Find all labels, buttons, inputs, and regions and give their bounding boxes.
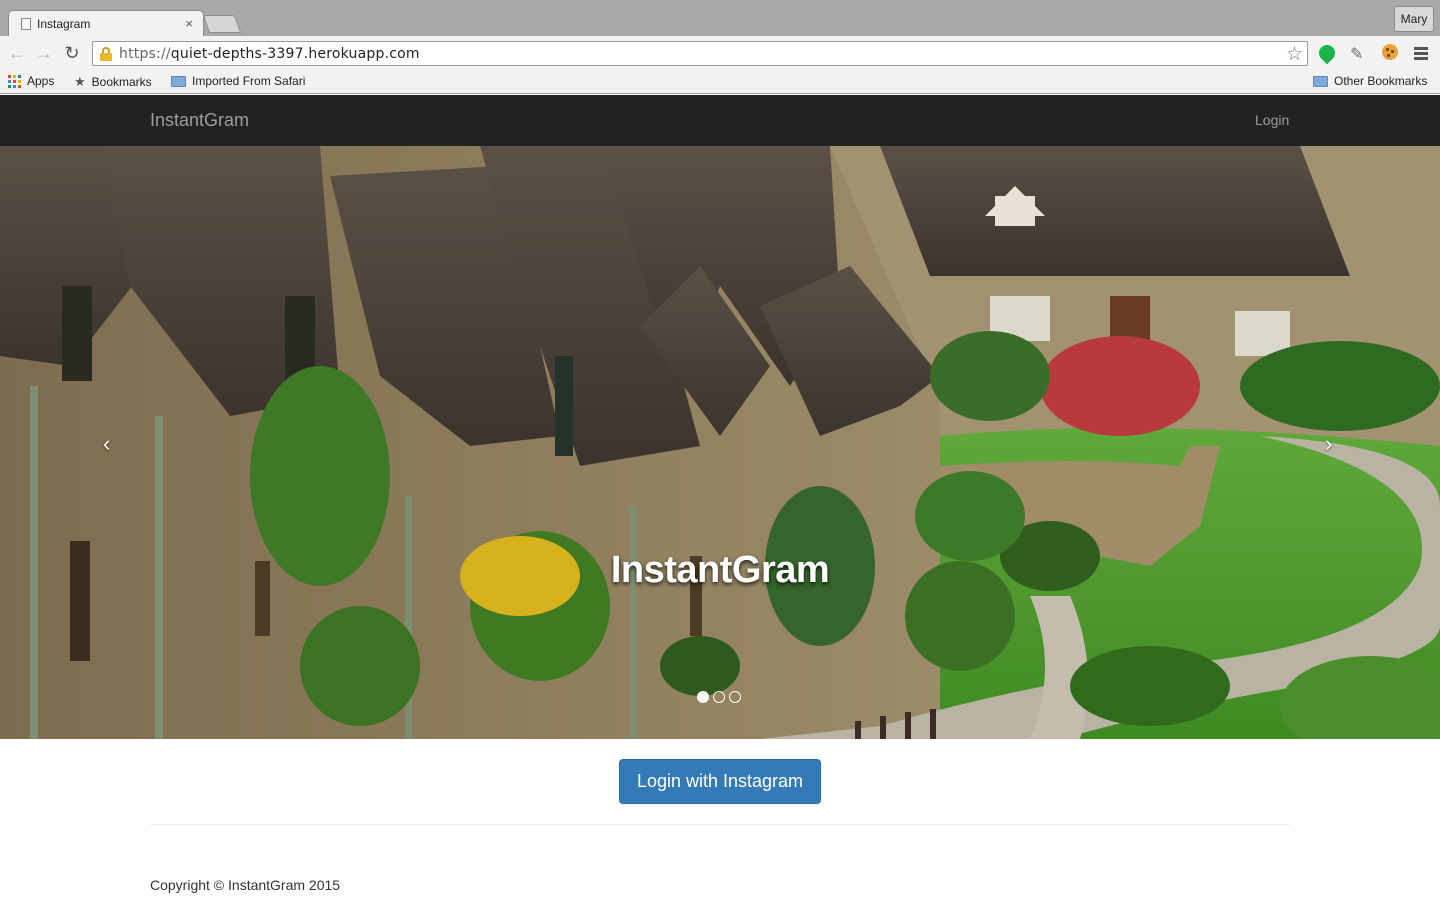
carousel-caption: InstantGram [610, 549, 830, 591]
folder-icon [1313, 75, 1328, 87]
reload-icon[interactable]: ↻ [62, 43, 82, 63]
url-scheme: https:// [119, 46, 171, 62]
cookie-extension-icon[interactable] [1382, 44, 1400, 62]
tab-title: Instagram [37, 17, 91, 31]
star-icon: ★ [74, 74, 86, 89]
browser-toolbar: ← → ↻ https://quiet-depths-3397.herokuap… [0, 36, 1440, 70]
forward-arrow-icon[interactable]: → [34, 43, 54, 63]
carousel-slide-image [0, 146, 1440, 739]
carousel-indicator-2[interactable] [713, 691, 725, 703]
login-with-instagram-button[interactable]: Login with Instagram [619, 759, 821, 804]
address-bar[interactable]: https://quiet-depths-3397.herokuapp.com … [92, 41, 1308, 66]
bookmark-other-label: Other Bookmarks [1334, 74, 1428, 88]
bookmark-apps-label: Apps [27, 74, 55, 88]
site-navbar: InstantGram Login [0, 95, 1440, 146]
bookmark-apps[interactable]: Apps [8, 74, 54, 88]
lock-icon [100, 47, 112, 61]
navbar-brand[interactable]: InstantGram [150, 110, 249, 131]
bookmark-other[interactable]: Other Bookmarks [1313, 74, 1427, 88]
tab-close-icon[interactable]: × [185, 16, 193, 31]
url-text[interactable]: https://quiet-depths-3397.herokuapp.com [119, 46, 420, 62]
bookmarks-bar: Apps ★ Bookmarks Imported From Safari Ot… [0, 70, 1440, 94]
bookmark-imported-label: Imported From Safari [192, 74, 306, 88]
browser-menu-icon[interactable] [1414, 47, 1428, 62]
footer-divider [150, 824, 1290, 825]
carousel-indicator-3[interactable] [729, 691, 741, 703]
url-host: quiet-depths-3397.herokuapp.com [170, 46, 420, 62]
carousel-prev-icon[interactable]: ‹ [103, 431, 110, 457]
bookmark-imported-safari[interactable]: Imported From Safari [171, 74, 305, 88]
browser-tabstrip: Instagram × Mary [0, 0, 1440, 36]
page-icon [21, 18, 31, 30]
evernote-extension-icon[interactable] [1315, 41, 1339, 65]
apps-grid-icon [8, 74, 21, 88]
carousel-next-icon[interactable]: › [1325, 431, 1332, 457]
carousel-indicators [697, 691, 741, 703]
back-arrow-icon[interactable]: ← [7, 43, 27, 63]
bookmark-star-icon[interactable]: ☆ [1286, 43, 1303, 66]
new-tab-button[interactable] [202, 15, 242, 33]
folder-icon [171, 75, 186, 87]
navbar-login-link[interactable]: Login [1255, 112, 1289, 128]
hero-carousel: InstantGram ‹ › [0, 146, 1440, 739]
carousel-indicator-1[interactable] [697, 691, 709, 703]
bookmark-bookmarks[interactable]: ★ Bookmarks [74, 74, 152, 90]
browser-tab[interactable]: Instagram × [8, 10, 204, 36]
footer-copyright: Copyright © InstantGram 2015 [150, 877, 341, 893]
profile-button[interactable]: Mary [1394, 6, 1434, 32]
eyedropper-extension-icon[interactable]: ✎ [1350, 44, 1368, 63]
bookmark-bookmarks-label: Bookmarks [91, 75, 152, 89]
